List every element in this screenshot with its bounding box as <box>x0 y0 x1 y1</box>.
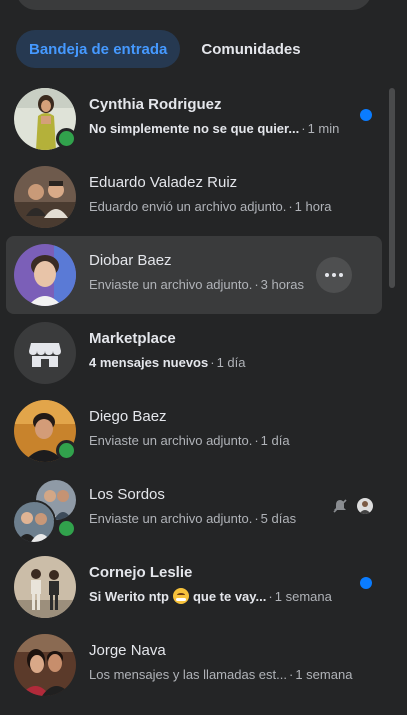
timestamp: 1 hora <box>294 199 332 214</box>
unread-indicator-icon <box>360 577 372 589</box>
avatar-container <box>14 166 76 228</box>
conversation-item[interactable]: Cornejo Leslie Si Werito ntp que te vay.… <box>6 548 382 626</box>
separator: · <box>288 667 294 682</box>
scrollbar-thumb[interactable] <box>389 88 395 288</box>
online-status-icon <box>56 518 77 539</box>
separator: · <box>254 433 259 448</box>
dot <box>339 273 343 277</box>
search-bar[interactable] <box>16 0 372 10</box>
conversation-preview: 4 mensajes nuevos · 1 día <box>89 354 342 372</box>
conversation-preview: Enviaste un archivo adjunto. · 1 día <box>89 432 342 450</box>
separator: · <box>288 199 293 214</box>
conversation-preview: Eduardo envió un archivo adjunto. · 1 ho… <box>89 198 342 216</box>
conversation-name: Jorge Nava <box>89 642 166 659</box>
avatar-container <box>14 634 76 696</box>
conversation-preview: Los mensajes y las llamadas est... · 1 s… <box>89 666 352 684</box>
conversation-item[interactable]: Cynthia Rodriguez No simplemente no se q… <box>6 80 382 158</box>
timestamp: 1 día <box>260 433 290 448</box>
avatar-container <box>14 556 76 618</box>
timestamp: 3 horas <box>260 277 305 292</box>
avatar-container <box>14 244 76 306</box>
avatar <box>14 634 76 696</box>
dot <box>332 273 336 277</box>
conversation-text: Jorge Nava Los mensajes y las llamadas e… <box>89 641 352 684</box>
separator: · <box>301 121 306 136</box>
conversation-item[interactable]: Jorge Nava Los mensajes y las llamadas e… <box>6 626 382 704</box>
preview-message: Enviaste un archivo adjunto. <box>89 511 253 526</box>
conversation-text: Marketplace 4 mensajes nuevos · 1 día <box>89 329 342 372</box>
conversation-name: Diego Baez <box>89 408 167 425</box>
grinning-face-icon <box>172 588 189 604</box>
conversation-name: Cynthia Rodriguez <box>89 96 222 113</box>
seen-by-avatar <box>357 498 373 514</box>
conversation-item[interactable]: Diego Baez Enviaste un archivo adjunto. … <box>6 392 382 470</box>
avatar-container <box>14 88 77 150</box>
preview-message: Enviaste un archivo adjunto. <box>89 277 253 292</box>
tab-inbox[interactable]: Bandeja de entrada <box>16 30 181 68</box>
conversation-name: Los Sordos <box>89 486 165 503</box>
conversation-item[interactable]: Eduardo Valadez Ruiz Eduardo envió un ar… <box>6 158 382 236</box>
conversation-text: Cornejo Leslie Si Werito ntp que te vay.… <box>89 563 342 606</box>
conversation-name: Eduardo Valadez Ruiz <box>89 174 238 191</box>
conversation-text: Cynthia Rodriguez No simplemente no se q… <box>89 95 342 138</box>
preview-message: No simplemente no se que quier... <box>89 121 300 136</box>
separator: · <box>254 277 259 292</box>
online-status-icon <box>56 440 77 461</box>
conversation-name: Cornejo Leslie <box>89 564 193 581</box>
separator: · <box>268 589 273 604</box>
avatar-container <box>14 322 76 384</box>
conversation-preview: Si Werito ntp que te vay... · 1 semana <box>89 588 342 606</box>
avatar-container <box>12 478 78 544</box>
preview-message-start: Si Werito ntp <box>89 589 169 604</box>
conversation-item[interactable]: Diobar Baez Enviaste un archivo adjunto.… <box>6 236 382 314</box>
conversation-text: Eduardo Valadez Ruiz Eduardo envió un ar… <box>89 173 342 216</box>
inbox-tabs: Bandeja de entrada Comunidades <box>16 29 322 69</box>
preview-message: Enviaste un archivo adjunto. <box>89 433 253 448</box>
separator: · <box>254 511 259 526</box>
separator: · <box>210 355 215 370</box>
unread-indicator-icon <box>360 109 372 121</box>
avatar <box>14 556 76 618</box>
tab-communities[interactable]: Comunidades <box>188 30 313 68</box>
conversation-item[interactable]: Marketplace 4 mensajes nuevos · 1 día <box>6 314 382 392</box>
timestamp: 1 semana <box>274 589 332 604</box>
conversation-preview: No simplemente no se que quier... · 1 mi… <box>89 120 342 138</box>
online-status-icon <box>56 128 77 149</box>
store-icon <box>14 322 76 384</box>
preview-message-end: que te vay... <box>192 589 267 604</box>
preview-message: 4 mensajes nuevos <box>89 355 209 370</box>
avatar-container <box>14 400 77 462</box>
timestamp: 1 min <box>307 121 340 136</box>
avatar <box>14 244 76 306</box>
scrollbar[interactable] <box>387 0 407 715</box>
timestamp: 1 día <box>216 355 246 370</box>
preview-message: Los mensajes y las llamadas est... <box>89 667 287 682</box>
timestamp: 5 días <box>260 511 297 526</box>
conversation-preview: Enviaste un archivo adjunto. · 3 horas <box>89 276 342 294</box>
conversation-preview: Enviaste un archivo adjunto. · 5 días <box>89 510 342 528</box>
conversation-text: Diobar Baez Enviaste un archivo adjunto.… <box>89 251 342 294</box>
timestamp: 1 semana <box>295 667 353 682</box>
conversation-name: Marketplace <box>89 330 176 347</box>
preview-message: Eduardo envió un archivo adjunto. <box>89 199 287 214</box>
dot <box>325 273 329 277</box>
conversation-item[interactable]: Los Sordos Enviaste un archivo adjunto. … <box>6 470 382 548</box>
more-options-button[interactable] <box>316 257 352 293</box>
group-avatar <box>12 500 56 544</box>
conversation-text: Diego Baez Enviaste un archivo adjunto. … <box>89 407 342 450</box>
conversation-name: Diobar Baez <box>89 252 172 269</box>
avatar <box>14 166 76 228</box>
conversation-text: Los Sordos Enviaste un archivo adjunto. … <box>89 485 342 528</box>
muted-bell-icon <box>333 499 347 513</box>
conversation-list: Cynthia Rodriguez No simplemente no se q… <box>6 80 382 704</box>
